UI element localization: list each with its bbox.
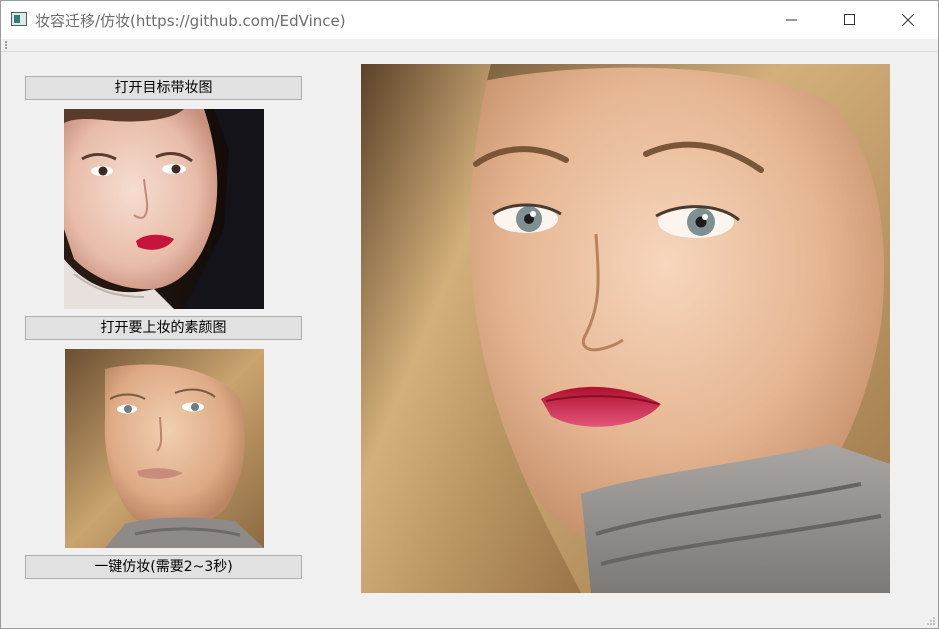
result-image (361, 64, 890, 593)
title-bar[interactable]: 妆容迁移/仿妆(https://github.com/EdVince) (1, 1, 938, 39)
maximize-button[interactable] (827, 1, 873, 39)
open-target-makeup-button[interactable]: 打开目标带妆图 (25, 76, 302, 100)
resize-grip-icon[interactable] (926, 616, 936, 626)
open-bare-face-button[interactable]: 打开要上妆的素颜图 (25, 316, 302, 340)
minimize-button[interactable] (769, 1, 815, 39)
toolbar-grip-icon[interactable] (5, 41, 9, 49)
bare-face-image (65, 349, 264, 548)
close-button[interactable] (885, 1, 931, 39)
target-makeup-image (64, 109, 264, 309)
minimize-icon (786, 19, 797, 21)
app-window: 妆容迁移/仿妆(https://github.com/EdVince) 打开目标… (0, 0, 939, 629)
close-icon (901, 13, 914, 26)
app-icon (11, 12, 27, 26)
window-title: 妆容迁移/仿妆(https://github.com/EdVince) (35, 12, 346, 30)
transfer-makeup-button[interactable]: 一键仿妆(需要2~3秒) (25, 555, 302, 579)
toolbar-strip (1, 39, 938, 52)
maximize-icon (844, 14, 855, 25)
